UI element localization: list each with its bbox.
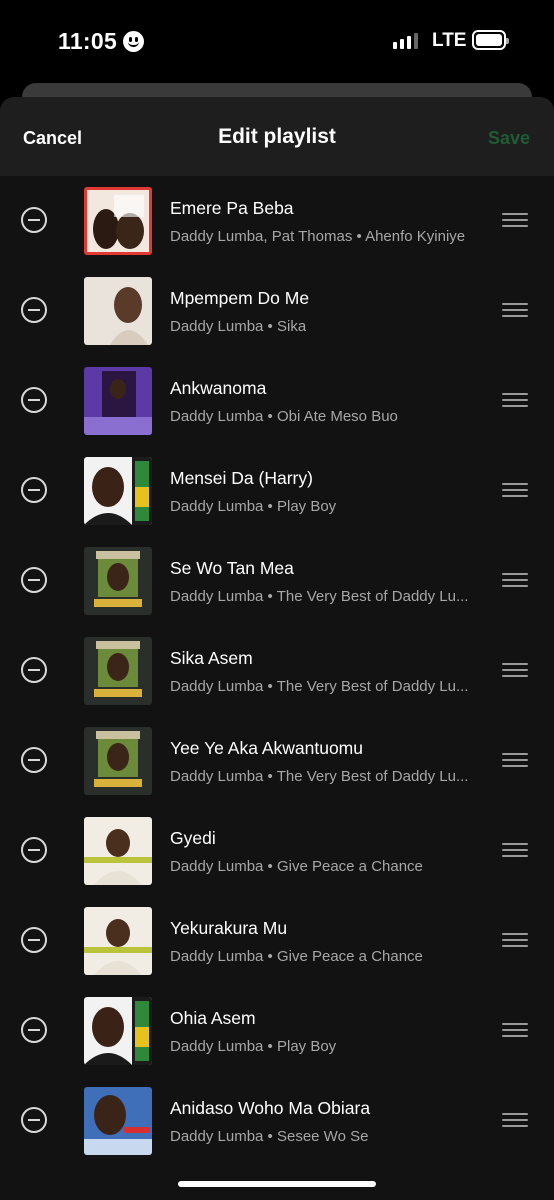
- drag-handle-icon[interactable]: [502, 1113, 528, 1127]
- drag-handle-icon[interactable]: [502, 393, 528, 407]
- track-subtitle: Daddy Lumba • Play Boy: [170, 1038, 337, 1055]
- track-subtitle: Daddy Lumba • Give Peace a Chance: [170, 858, 423, 875]
- track-title: Sika Asem: [170, 648, 253, 668]
- drag-handle-icon[interactable]: [502, 303, 528, 317]
- album-cover: [84, 457, 152, 525]
- track-subtitle: Daddy Lumba • The Very Best of Daddy Lu.…: [170, 588, 469, 605]
- album-cover: [84, 187, 152, 255]
- clock-text: 11:05: [58, 28, 118, 54]
- battery-icon: [472, 30, 509, 50]
- remove-track-icon[interactable]: [21, 927, 47, 953]
- track-title: Ohia Asem: [170, 1008, 256, 1028]
- track-row: Sika Asem Daddy Lumba • The Very Best of…: [0, 626, 554, 716]
- drag-handle-icon[interactable]: [502, 753, 528, 767]
- track-row: Gyedi Daddy Lumba • Give Peace a Chance: [0, 806, 554, 896]
- remove-track-icon[interactable]: [21, 1017, 47, 1043]
- album-cover: [84, 367, 152, 435]
- sheet-header: Cancel Edit playlist Save: [0, 97, 554, 176]
- track-row: Mpempem Do Me Daddy Lumba • Sika: [0, 266, 554, 356]
- album-cover: [84, 727, 152, 795]
- track-title: Mpempem Do Me: [170, 288, 310, 308]
- track-subtitle: Daddy Lumba • Sesee Wo Se: [170, 1128, 369, 1145]
- track-subtitle: Daddy Lumba • Sika: [170, 318, 307, 335]
- remove-track-icon[interactable]: [21, 747, 47, 773]
- remove-track-icon[interactable]: [21, 477, 47, 503]
- track-row: Emere Pa Beba Daddy Lumba, Pat Thomas • …: [0, 176, 554, 266]
- track-title: Ankwanoma: [170, 378, 267, 398]
- drag-handle-icon[interactable]: [502, 483, 528, 497]
- drag-handle-icon[interactable]: [502, 843, 528, 857]
- remove-track-icon[interactable]: [21, 387, 47, 413]
- track-subtitle: Daddy Lumba • Give Peace a Chance: [170, 948, 423, 965]
- track-subtitle: Daddy Lumba, Pat Thomas • Ahenfo Kyiniye: [170, 228, 466, 245]
- track-list: Emere Pa Beba Daddy Lumba, Pat Thomas • …: [0, 176, 554, 1166]
- track-row: Ohia Asem Daddy Lumba • Play Boy: [0, 986, 554, 1076]
- album-cover: [84, 637, 152, 705]
- track-row: Ankwanoma Daddy Lumba • Obi Ate Meso Buo: [0, 356, 554, 446]
- album-cover: [84, 547, 152, 615]
- track-title: Se Wo Tan Mea: [170, 558, 294, 578]
- network-type: LTE: [432, 30, 467, 51]
- remove-track-icon[interactable]: [21, 207, 47, 233]
- remove-track-icon[interactable]: [21, 657, 47, 683]
- drag-handle-icon[interactable]: [502, 1023, 528, 1037]
- status-bar: 11:05 LTE: [0, 0, 554, 84]
- track-subtitle: Daddy Lumba • Play Boy: [170, 498, 337, 515]
- track-row: Anidaso Woho Ma Obiara Daddy Lumba • Ses…: [0, 1076, 554, 1166]
- remove-track-icon[interactable]: [21, 567, 47, 593]
- save-button[interactable]: Save: [488, 128, 530, 149]
- edit-playlist-sheet: Cancel Edit playlist Save Emere Pa Beba …: [0, 97, 554, 1200]
- remove-track-icon[interactable]: [21, 837, 47, 863]
- track-subtitle: Daddy Lumba • The Very Best of Daddy Lu.…: [170, 678, 469, 695]
- track-title: Yekurakura Mu: [170, 918, 288, 938]
- focus-mode-icon: [123, 31, 145, 52]
- track-subtitle: Daddy Lumba • The Very Best of Daddy Lu.…: [170, 768, 469, 785]
- home-indicator[interactable]: [178, 1181, 376, 1187]
- track-row: Se Wo Tan Mea Daddy Lumba • The Very Bes…: [0, 536, 554, 626]
- remove-track-icon[interactable]: [21, 1107, 47, 1133]
- drag-handle-icon[interactable]: [502, 933, 528, 947]
- remove-track-icon[interactable]: [21, 297, 47, 323]
- track-row: Yekurakura Mu Daddy Lumba • Give Peace a…: [0, 896, 554, 986]
- status-time: 11:05: [58, 28, 145, 55]
- cellular-signal-icon: [393, 33, 418, 49]
- drag-handle-icon[interactable]: [502, 573, 528, 587]
- album-cover: [84, 907, 152, 975]
- album-cover: [84, 817, 152, 885]
- track-title: Emere Pa Beba: [170, 198, 294, 218]
- drag-handle-icon[interactable]: [502, 663, 528, 677]
- track-row: Mensei Da (Harry) Daddy Lumba • Play Boy: [0, 446, 554, 536]
- track-title: Anidaso Woho Ma Obiara: [170, 1098, 371, 1118]
- track-row: Yee Ye Aka Akwantuomu Daddy Lumba • The …: [0, 716, 554, 806]
- track-subtitle: Daddy Lumba • Obi Ate Meso Buo: [170, 408, 398, 425]
- album-cover: [84, 277, 152, 345]
- track-title: Gyedi: [170, 828, 216, 848]
- drag-handle-icon[interactable]: [502, 213, 528, 227]
- album-cover: [84, 1087, 152, 1155]
- track-title: Yee Ye Aka Akwantuomu: [170, 738, 363, 758]
- album-cover: [84, 997, 152, 1065]
- page-title: Edit playlist: [218, 125, 336, 148]
- track-title: Mensei Da (Harry): [170, 468, 313, 488]
